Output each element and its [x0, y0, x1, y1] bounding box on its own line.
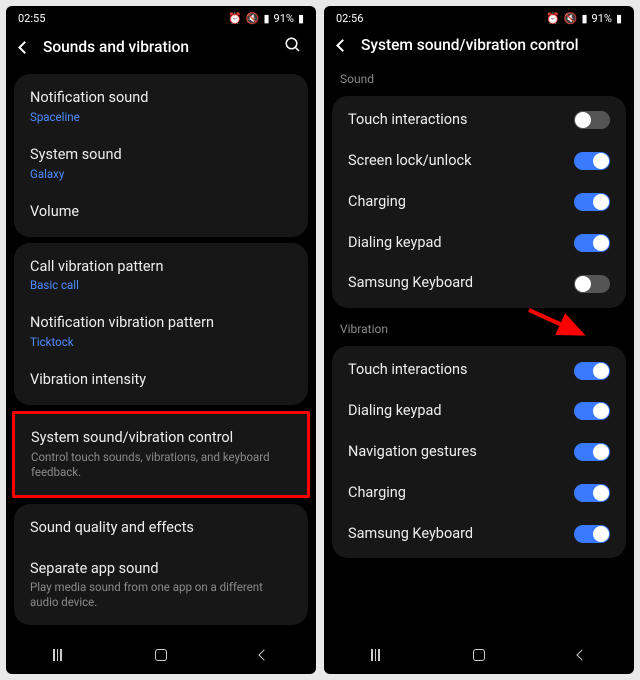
row-value: Galaxy: [30, 167, 292, 181]
row-label: Charging: [348, 484, 564, 503]
nav-bar: [6, 636, 316, 674]
row-label: Touch interactions: [348, 111, 564, 130]
settings-row[interactable]: Separate app soundPlay media sound from …: [14, 549, 308, 622]
status-bar: 02:56 ⏰ 🔇 ▮ 91% ▮: [324, 6, 634, 30]
row-label: Screen lock/unlock: [348, 152, 564, 171]
row-label: Dialing keypad: [348, 402, 564, 421]
row-value: Spaceline: [30, 110, 292, 124]
signal-icon: ▮: [263, 12, 269, 25]
status-bar: 02:55 ⏰ 🔇 ▮ 91% ▮: [6, 6, 316, 30]
row-label: Charging: [348, 193, 564, 212]
status-icons: ⏰ 🔇 ▮ 91% ▮: [228, 12, 304, 25]
page-title: System sound/vibration control: [361, 36, 620, 54]
alarm-icon: ⏰: [546, 12, 560, 25]
toggle-switch[interactable]: [574, 234, 610, 252]
phone-left: 02:55 ⏰ 🔇 ▮ 91% ▮ Sounds and vibration N…: [6, 6, 316, 674]
toggle-switch[interactable]: [574, 111, 610, 129]
nav-home[interactable]: [463, 645, 495, 665]
toggle-switch[interactable]: [574, 193, 610, 211]
row-label: Samsung Keyboard: [348, 525, 564, 544]
row-label: Samsung Keyboard: [348, 274, 564, 293]
mute-icon: 🔇: [246, 12, 260, 25]
row-value: Basic call: [30, 278, 292, 292]
settings-list[interactable]: Notification sound Spaceline System sound G…: [6, 68, 316, 636]
row-label: Notification vibration pattern: [30, 314, 292, 333]
settings-row[interactable]: Navigation gestures: [332, 432, 626, 473]
battery-pct: 91%: [592, 12, 612, 25]
toggle-switch[interactable]: [574, 152, 610, 170]
row-subtitle: Play media sound from one app on a diffe…: [30, 580, 292, 610]
settings-group: Sound quality and effects Separate app so…: [14, 504, 308, 626]
row-label: Call vibration pattern: [30, 258, 292, 277]
settings-group: Touch interactions Screen lock/unlock Char…: [332, 96, 626, 308]
section-header: Sound: [324, 64, 634, 90]
settings-row[interactable]: Touch interactions: [332, 350, 626, 391]
row-label: System sound: [30, 146, 292, 165]
status-time: 02:56: [336, 12, 363, 25]
row-label: Vibration intensity: [30, 371, 292, 390]
nav-back[interactable]: [248, 645, 280, 665]
search-icon[interactable]: [284, 36, 302, 58]
settings-row[interactable]: Charging: [332, 182, 626, 223]
toggle-switch[interactable]: [574, 443, 610, 461]
settings-group: Notification sound Spaceline System sound G…: [14, 74, 308, 237]
settings-group: Call vibration patternBasic callNotifica…: [14, 243, 308, 406]
nav-bar: [324, 636, 634, 674]
settings-row[interactable]: System sound Galaxy: [14, 135, 308, 192]
settings-row[interactable]: Charging: [332, 473, 626, 514]
section-header: Vibration: [324, 314, 634, 340]
row-label: Navigation gestures: [348, 443, 564, 462]
nav-recent[interactable]: [42, 645, 74, 665]
battery-icon: ▮: [298, 12, 304, 25]
back-icon[interactable]: [336, 39, 349, 52]
settings-row[interactable]: Samsung Keyboard: [332, 263, 626, 304]
settings-row[interactable]: System sound/vibration control Control to…: [15, 418, 307, 491]
status-time: 02:55: [18, 12, 45, 25]
toggle-switch[interactable]: [574, 402, 610, 420]
back-icon[interactable]: [18, 41, 31, 54]
toggle-switch[interactable]: [574, 362, 610, 380]
alarm-icon: ⏰: [228, 12, 242, 25]
toggle-switch[interactable]: [574, 484, 610, 502]
phone-right: 02:56 ⏰ 🔇 ▮ 91% ▮ System sound/vibration…: [324, 6, 634, 674]
settings-row[interactable]: Notification sound Spaceline: [14, 78, 308, 135]
row-label: Touch interactions: [348, 361, 564, 380]
settings-row[interactable]: Vibration intensity: [14, 360, 308, 401]
row-label: System sound/vibration control: [31, 429, 291, 448]
settings-group: System sound/vibration control Control to…: [12, 411, 310, 498]
row-label: Dialing keypad: [348, 234, 564, 253]
settings-row[interactable]: Dialing keypad: [332, 391, 626, 432]
settings-row[interactable]: Touch interactions: [332, 100, 626, 141]
row-subtitle: Control touch sounds, vibrations, and ke…: [31, 450, 291, 480]
row-label: Volume: [30, 203, 292, 222]
battery-icon: ▮: [616, 12, 622, 25]
page-title: Sounds and vibration: [43, 38, 270, 56]
mute-icon: 🔇: [564, 12, 578, 25]
settings-row[interactable]: Notification vibration pattern Ticktock: [14, 303, 308, 360]
settings-row[interactable]: Samsung Keyboard: [332, 514, 626, 555]
battery-pct: 91%: [274, 12, 294, 25]
header: System sound/vibration control: [324, 30, 634, 64]
settings-row[interactable]: Dialing keypad: [332, 223, 626, 264]
settings-list[interactable]: Sound Touch interactions Screen lock/unloc…: [324, 64, 634, 636]
status-icons: ⏰ 🔇 ▮ 91% ▮: [546, 12, 622, 25]
settings-row[interactable]: Screen lock/unlock: [332, 141, 626, 182]
toggle-switch[interactable]: [574, 525, 610, 543]
settings-group: Touch interactions Dialing keypad Navigati…: [332, 346, 626, 558]
settings-row[interactable]: Sound quality and effects: [14, 508, 308, 549]
row-value: Ticktock: [30, 335, 292, 349]
toggle-switch[interactable]: [574, 275, 610, 293]
row-label: Sound quality and effects: [30, 519, 292, 538]
settings-row[interactable]: Volume: [14, 192, 308, 233]
row-label: Notification sound: [30, 89, 292, 108]
settings-row[interactable]: Call vibration patternBasic call: [14, 247, 308, 304]
nav-home[interactable]: [145, 645, 177, 665]
row-label: Separate app sound: [30, 560, 292, 579]
nav-back[interactable]: [566, 645, 598, 665]
header: Sounds and vibration: [6, 30, 316, 68]
signal-icon: ▮: [581, 12, 587, 25]
nav-recent[interactable]: [360, 645, 392, 665]
